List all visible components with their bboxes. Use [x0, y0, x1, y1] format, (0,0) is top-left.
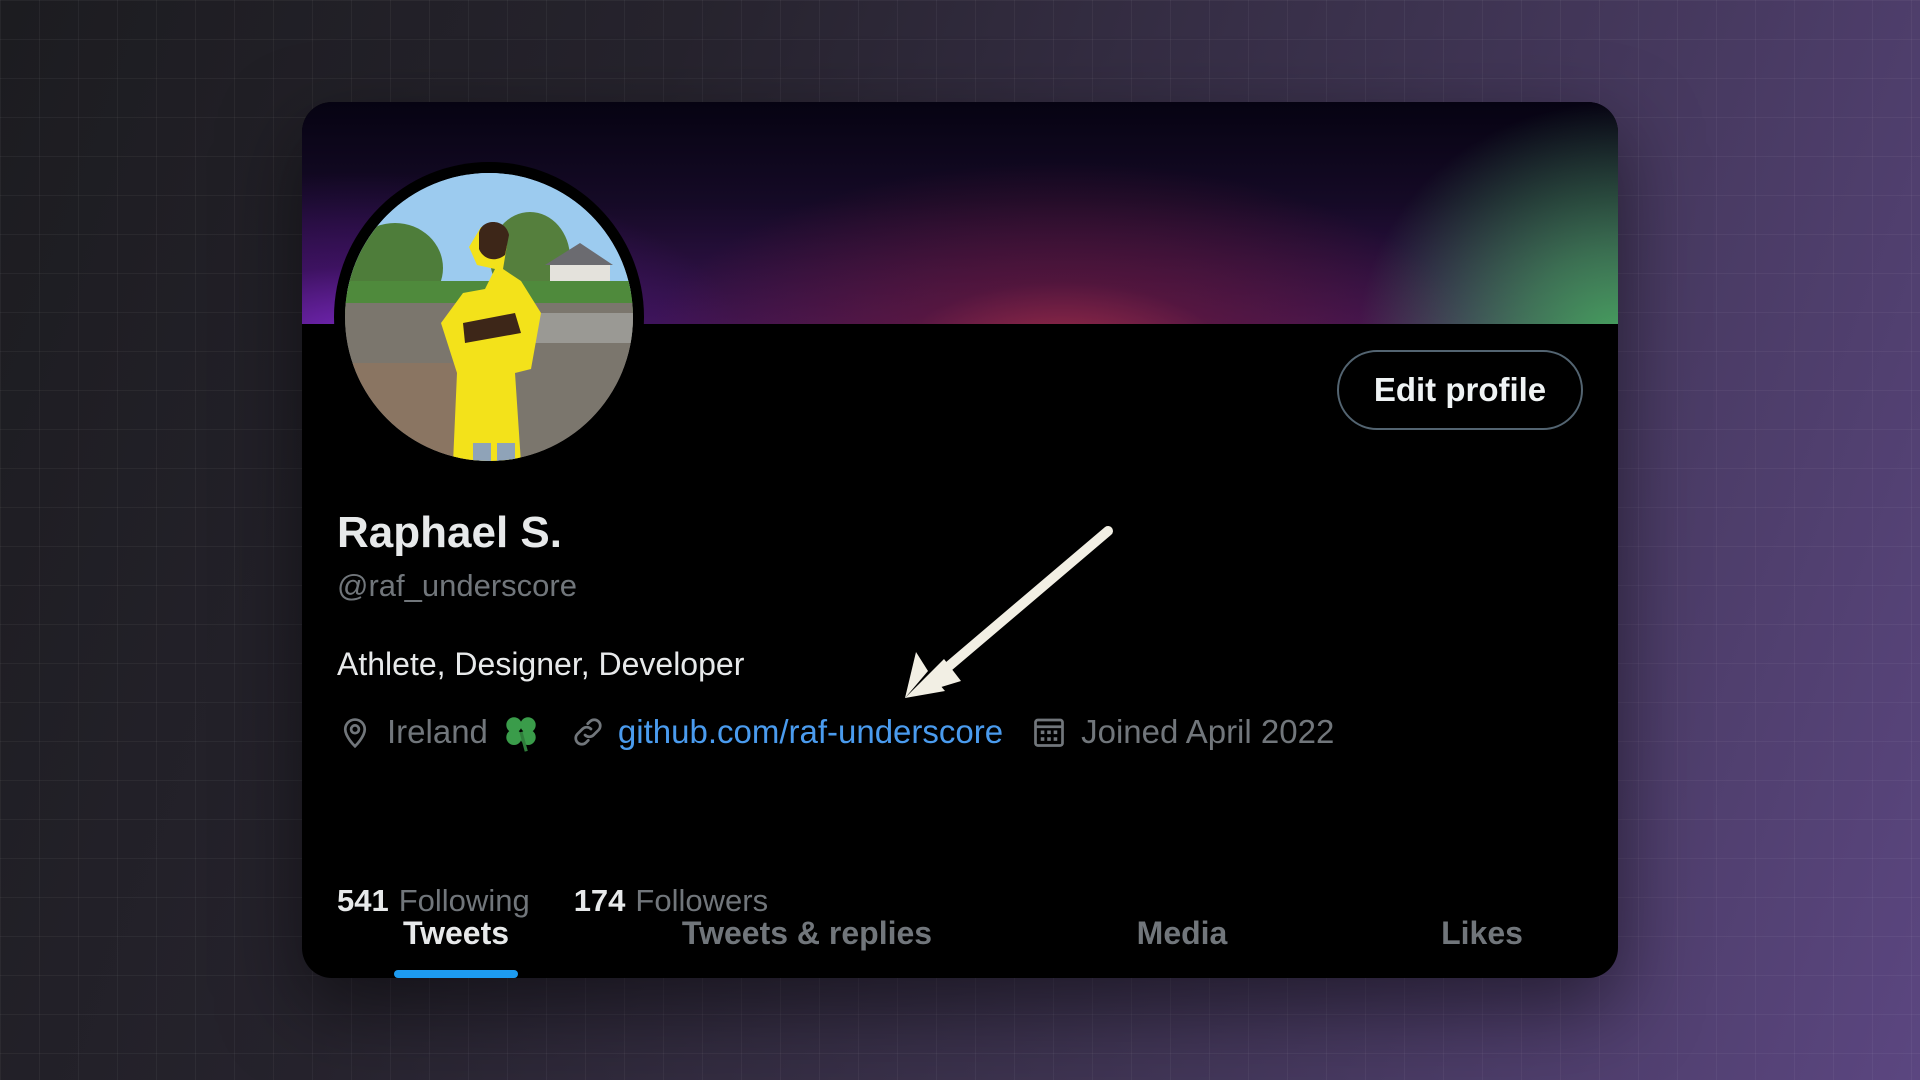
- avatar-photo-illustration: [345, 173, 633, 461]
- bio: Athlete, Designer, Developer: [337, 646, 745, 682]
- avatar-photo: [345, 173, 633, 461]
- profile-tabs: Tweets Tweets & replies Media Likes: [302, 888, 1618, 978]
- username-handle: @raf_underscore: [337, 568, 577, 603]
- edit-profile-button[interactable]: Edit profile: [1337, 350, 1583, 430]
- tab-tweets[interactable]: Tweets: [362, 888, 550, 978]
- joined-label: Joined April 2022: [1081, 713, 1335, 750]
- website[interactable]: github.com/raf-underscore: [570, 713, 1003, 751]
- website-link[interactable]: github.com/raf-underscore: [618, 713, 1003, 751]
- tab-media[interactable]: Media: [1082, 888, 1282, 978]
- location-label: Ireland: [387, 713, 488, 750]
- profile-card: Edit profile Raphael S. @raf_underscore …: [302, 102, 1618, 978]
- joined-date: Joined April 2022: [1031, 713, 1334, 751]
- four-leaf-clover-icon: [500, 711, 542, 753]
- active-tab-indicator: [394, 970, 518, 978]
- location: Ireland: [337, 711, 542, 753]
- display-name: Raphael S.: [337, 508, 562, 557]
- link-icon: [570, 714, 606, 750]
- profile-meta: Ireland github.com/raf-underscore Joined…: [337, 709, 1334, 755]
- avatar[interactable]: [334, 162, 644, 472]
- tab-tweets-and-replies[interactable]: Tweets & replies: [662, 888, 952, 978]
- calendar-icon: [1031, 714, 1067, 750]
- tab-likes[interactable]: Likes: [1392, 888, 1572, 978]
- map-pin-icon: [337, 714, 373, 750]
